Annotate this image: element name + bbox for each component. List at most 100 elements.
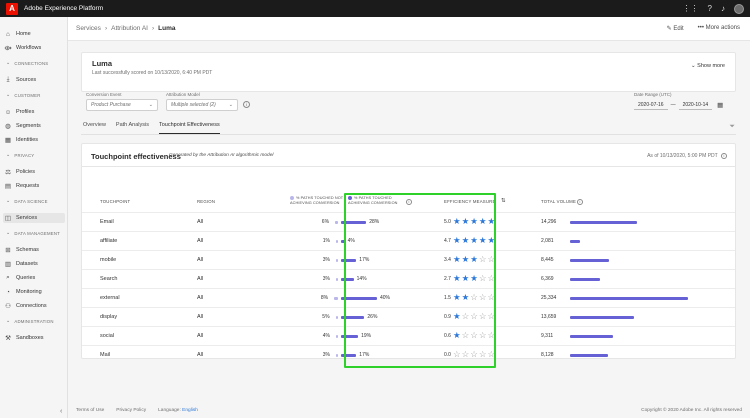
sidebar-section-customer[interactable]: ⌄ CUSTOMER	[6, 92, 41, 98]
terms-link[interactable]: Terms of Use	[76, 408, 104, 413]
total-volume-bar	[570, 259, 610, 262]
sidebar-item-label: Services	[16, 215, 38, 221]
sort-icon[interactable]: ⇅	[501, 198, 506, 204]
sidebar-item-label: Monitoring	[16, 289, 42, 295]
header-achieving[interactable]: % PATHS TOUCHED ACHIEVING CONVERSION	[348, 196, 406, 205]
apps-grid-icon[interactable]: ⋮⋮	[683, 3, 699, 14]
date-range-picker[interactable]: 2020-07-16 — 2020-10-14 ▦	[634, 99, 734, 111]
breadcrumb-services[interactable]: Services	[76, 25, 101, 32]
filter-icon[interactable]: ⏷	[729, 123, 735, 131]
star-icon: ★	[453, 216, 461, 226]
sidebar-section-connections[interactable]: ⌄ CONNECTIONS	[6, 60, 48, 66]
sidebar-item-monitoring[interactable]: ◔ Monitoring	[4, 287, 42, 297]
table-row[interactable]: display All 5% 26% 0.9 ★ ☆ ☆ ☆ ☆ 13,659	[82, 307, 735, 326]
sidebar-item-connections[interactable]: ⚇ Connections	[4, 301, 47, 311]
more-actions-button[interactable]: ••• More actions	[698, 25, 740, 32]
conversion-event-select[interactable]: Product Purchase ⌄	[86, 99, 158, 111]
star-icon: ★	[453, 330, 461, 340]
sidebar-item-profiles[interactable]: ☺ Profiles	[4, 107, 35, 117]
collapse-sidebar-icon[interactable]: ‹	[60, 408, 62, 415]
header-region[interactable]: REGION	[197, 199, 215, 204]
efficiency-stars: ★ ★ ☆ ☆ ☆	[453, 293, 495, 302]
calendar-icon[interactable]: ▦	[717, 101, 723, 109]
sidebar-section-privacy[interactable]: ⌄ PRIVACY	[6, 152, 34, 158]
sidebar-section-data-science[interactable]: ⌄ DATA SCIENCE	[6, 198, 48, 204]
info-icon[interactable]: i	[721, 153, 727, 159]
bell-icon[interactable]: ♪	[721, 3, 725, 14]
sidebar-item-sources[interactable]: ⤓ Sources	[4, 75, 37, 85]
queries-icon: ⌕	[6, 274, 10, 281]
help-icon[interactable]: ?	[708, 3, 712, 14]
adobe-logo-icon[interactable]: A	[6, 2, 18, 15]
workflow-icon: ⟴	[4, 45, 12, 52]
panel-as-of: As of 10/13/2020, 5:00 PM PDT i	[647, 153, 727, 159]
panel-title: Touchpoint effectiveness	[91, 152, 181, 161]
privacy-link[interactable]: Privacy Policy	[116, 408, 146, 413]
sidebar-item-schemas[interactable]: ⊞ Schemas	[4, 245, 39, 255]
sidebar-item-policies[interactable]: ⚖ Policies	[4, 167, 35, 177]
star-icon: ☆	[470, 311, 478, 321]
language-selector[interactable]: Language: English	[158, 408, 198, 413]
chevron-down-icon: ⌄	[6, 318, 11, 324]
table-row[interactable]: Email All 6% 28% 5.0 ★ ★ ★ ★ ★ 14,296	[82, 212, 735, 231]
info-icon[interactable]: i	[243, 101, 250, 108]
sidebar-item-queries[interactable]: ⌕ Queries	[4, 273, 35, 283]
star-icon: ☆	[478, 273, 487, 283]
table-row[interactable]: Mail All 3% 17% 0.0 ☆ ☆ ☆ ☆ ☆ 8,128	[82, 345, 735, 364]
star-icon: ★	[487, 235, 496, 245]
chevron-right-icon: ›	[104, 25, 108, 32]
copyright: Copyright © 2020 Adobe Inc. All rights r…	[641, 408, 742, 413]
efficiency-stars: ★ ★ ★ ☆ ☆	[453, 274, 495, 283]
table-row[interactable]: mobile All 3% 17% 3.4 ★ ★ ★ ☆ ☆ 8,445	[82, 250, 735, 269]
region-value: All	[197, 219, 204, 225]
sidebar-item-label: Home	[16, 31, 31, 37]
header-touchpoint[interactable]: TOUCHPOINT	[100, 199, 130, 204]
table-row[interactable]: Search All 3% 14% 2.7 ★ ★ ★ ☆ ☆ 6,369	[82, 269, 735, 288]
schemas-icon: ⊞	[5, 247, 11, 254]
star-icon: ★	[461, 273, 470, 283]
app-title: Adobe Experience Platform	[24, 5, 104, 12]
info-icon[interactable]: i	[406, 199, 412, 205]
touchpoint-name: display	[100, 314, 118, 320]
sidebar-item-segments[interactable]: ◍ Segments	[4, 121, 41, 131]
info-icon[interactable]: i	[577, 199, 583, 205]
sidebar-item-requests[interactable]: ▤ Requests	[4, 181, 39, 191]
touchpoint-name: Mail	[100, 352, 111, 358]
sidebar-item-services[interactable]: ◫ Services	[3, 213, 65, 223]
table-row[interactable]: external All 8% 40% 1.5 ★ ★ ☆ ☆ ☆ 25,334	[82, 288, 735, 307]
star-icon: ☆	[470, 292, 478, 302]
sidebar-item-workflows[interactable]: ⟴ Workflows	[4, 43, 41, 53]
sidebar-item-identities[interactable]: ▦ Identities	[4, 135, 38, 145]
sidebar-section-data-management[interactable]: ⌄ DATA MANAGEMENT	[6, 230, 60, 236]
sandboxes-icon: ⚒	[5, 335, 11, 342]
not-achieving-pct: 8%	[320, 295, 329, 301]
attribution-model-select[interactable]: Multiple selected (2) ⌄	[166, 99, 238, 111]
achieving-pct: 19%	[361, 333, 372, 339]
sidebar-item-home[interactable]: ⌂ Home	[4, 29, 31, 39]
not-achieving-bar	[336, 259, 338, 262]
date-to[interactable]: 2020-10-14	[678, 101, 713, 110]
header-total-volume[interactable]: TOTAL VOLUME	[541, 199, 576, 204]
table-row[interactable]: affiliate All 1% 4% 4.7 ★ ★ ★ ★ ★ 2,081	[82, 231, 735, 250]
header-efficiency[interactable]: EFFICIENCY MEASURE	[444, 199, 496, 204]
breadcrumb-attribution-ai[interactable]: Attribution AI	[111, 25, 148, 32]
show-more-button[interactable]: ⌄ Show more	[691, 63, 725, 69]
identities-icon: ▦	[4, 137, 12, 144]
efficiency-stars: ★ ☆ ☆ ☆ ☆	[453, 331, 495, 340]
edit-button[interactable]: ✎ Edit	[667, 25, 684, 32]
date-from[interactable]: 2020-07-16	[634, 101, 668, 110]
sidebar-section-label: DATA SCIENCE	[14, 198, 48, 204]
chevron-down-icon: ⌄	[6, 230, 11, 236]
avatar[interactable]	[734, 3, 744, 14]
achieving-bar	[341, 316, 365, 319]
not-achieving-pct: 5%	[322, 314, 330, 320]
efficiency-stars: ★ ★ ★ ★ ★	[453, 236, 495, 245]
table-row[interactable]: social All 4% 19% 0.6 ★ ☆ ☆ ☆ ☆ 9,311	[82, 326, 735, 345]
header-not-achieving[interactable]: % PATHS TOUCHED NOT ACHIEVING CONVERSION	[290, 196, 346, 205]
not-achieving-bar	[336, 335, 338, 338]
sidebar-section-administration[interactable]: ⌄ ADMINISTRATION	[6, 318, 54, 324]
region-value: All	[197, 257, 204, 263]
sidebar-item-sandboxes[interactable]: ⚒ Sandboxes	[4, 333, 43, 343]
star-icon: ☆	[461, 330, 470, 340]
sidebar-item-datasets[interactable]: ▥ Datasets	[4, 259, 38, 269]
